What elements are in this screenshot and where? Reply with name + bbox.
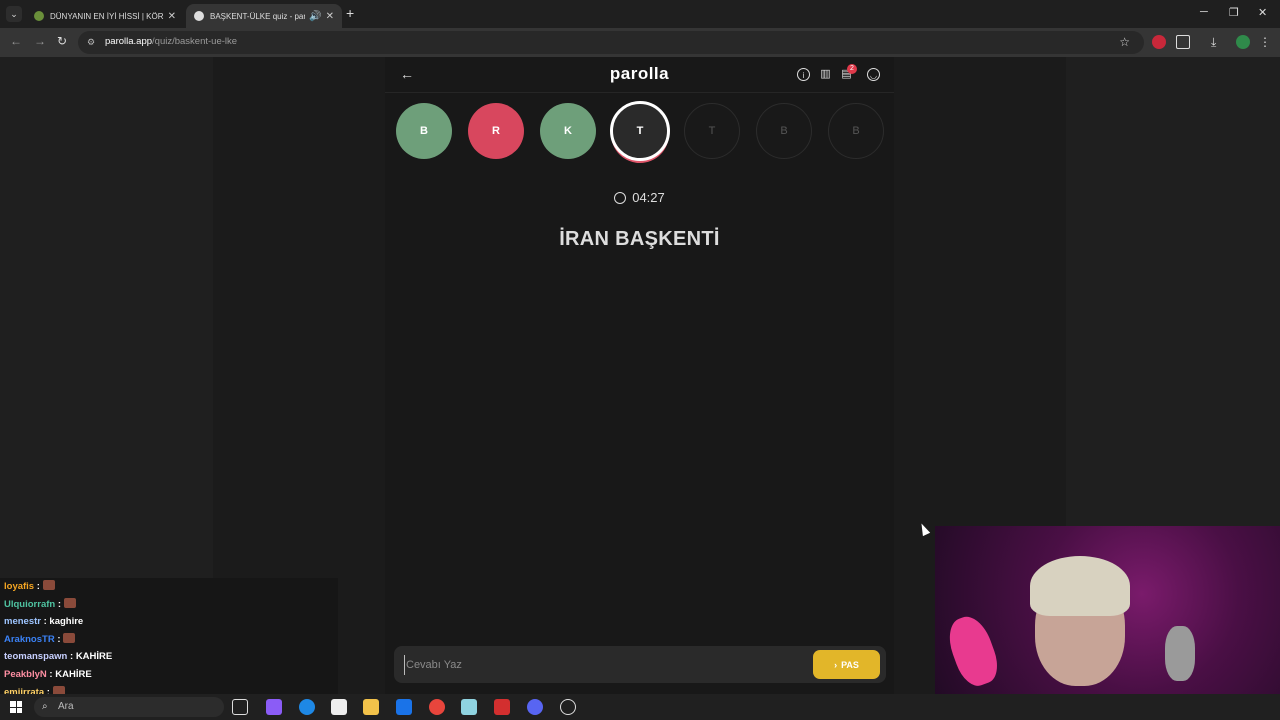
chat-text: KAHİRE <box>55 668 92 680</box>
bookmark-star-icon[interactable]: ☆ <box>1119 35 1130 49</box>
app-header: ← parolla i ▥ ▤ 2 ◡ <box>385 57 894 93</box>
clock-icon <box>614 192 627 204</box>
answer-input[interactable] <box>404 655 804 675</box>
task-view-icon[interactable] <box>232 699 248 715</box>
store-icon[interactable] <box>331 699 347 715</box>
quiz-app: ← parolla i ▥ ▤ 2 ◡ B R K T T B B 04:27 … <box>385 57 894 694</box>
browser-tab-bar: ⌄ DÜNYANIN EN İYİ HİSSİ | KÖR S ✕ BAŞKEN… <box>0 0 1280 28</box>
app-logo: parolla <box>609 64 670 83</box>
chat-message: loyafis : <box>0 578 338 596</box>
chat-username: menestr <box>4 616 41 628</box>
discord-icon[interactable] <box>527 699 543 715</box>
chrome-icon[interactable] <box>429 699 445 715</box>
streamer-hat <box>1030 556 1130 616</box>
minimize-icon[interactable]: ─ <box>1200 6 1208 18</box>
question-text: İRAN BAŞKENTİ <box>559 228 720 250</box>
browser-tab[interactable]: DÜNYANIN EN İYİ HİSSİ | KÖR S ✕ <box>26 4 184 28</box>
browser-toolbar: ← → ↻ ⚙ parolla.app/quiz/baskent-ue-lke … <box>0 28 1280 57</box>
letter-progress: B R K T T B B <box>396 101 886 161</box>
taskbar-search[interactable]: ⌕ Ara <box>34 697 224 717</box>
chat-username: Ulquiorrafn <box>4 598 56 610</box>
chat-username: loyafis <box>4 581 35 592</box>
chat-username: AraknosTR <box>4 633 55 645</box>
pass-button[interactable]: › PAS <box>813 650 880 679</box>
chat-emote-icon <box>63 632 76 643</box>
mail-icon[interactable] <box>396 699 412 715</box>
app-icon[interactable] <box>461 699 477 715</box>
tab-audio-icon[interactable]: 🔊 <box>309 11 321 22</box>
letter-circle: T <box>684 103 740 159</box>
stream-chat-overlay: loyafis : Ulquiorrafn : menestr : kaghir… <box>0 578 338 694</box>
extension-icon[interactable] <box>1152 35 1166 49</box>
chat-text: KAHİRE <box>75 651 113 663</box>
info-icon[interactable]: i <box>797 68 810 81</box>
reload-icon[interactable]: ↻ <box>57 34 67 48</box>
tab-favicon-icon <box>34 11 44 21</box>
search-icon: ⌕ <box>42 701 48 712</box>
file-explorer-icon[interactable] <box>363 699 379 715</box>
site-info-icon[interactable]: ⚙ <box>87 37 98 48</box>
letter-circle: R <box>468 103 524 159</box>
app-icon[interactable] <box>560 699 576 715</box>
countdown-timer: 04:27 <box>385 190 894 205</box>
close-window-icon[interactable]: ✕ <box>1258 6 1267 19</box>
new-tab-button[interactable]: + <box>346 6 354 20</box>
chat-username: teomanspawn <box>4 651 68 663</box>
tab-title: DÜNYANIN EN İYİ HİSSİ | KÖR S <box>50 11 164 21</box>
address-bar[interactable]: ⚙ parolla.app/quiz/baskent-ue-lke ☆ <box>78 31 1144 54</box>
webcam-overlay <box>935 526 1280 720</box>
chat-emote-icon <box>63 597 76 608</box>
url-path: /quiz/baskent-ue-lke <box>152 36 238 47</box>
download-icon[interactable]: ⤓ <box>1211 35 1225 49</box>
guitar-shape <box>942 611 1004 691</box>
edge-icon[interactable] <box>299 699 315 715</box>
chat-username: emiirrata <box>4 686 45 694</box>
forward-nav-icon[interactable]: → <box>34 34 46 48</box>
tab-favicon-icon <box>194 11 204 21</box>
chat-message: PeakblyN : KAHİRE <box>4 668 92 680</box>
tab-close-icon[interactable]: ✕ <box>168 11 176 22</box>
app-icon[interactable] <box>494 699 510 715</box>
microphone-shape <box>1165 626 1195 681</box>
chat-message: AraknosTR : <box>0 631 338 649</box>
search-label: Ara <box>58 701 74 712</box>
chat-text: kaghire <box>49 616 84 628</box>
letter-circle: B <box>756 103 812 159</box>
tab-close-icon[interactable]: ✕ <box>326 11 334 22</box>
menu-kebab-icon[interactable]: ⋮ <box>1259 35 1273 49</box>
tab-search-icon[interactable]: ⌄ <box>6 6 22 22</box>
url-host: parolla.app <box>105 36 153 47</box>
chat-emote-icon <box>42 580 55 590</box>
os-taskbar: ⌕ Ara <box>0 694 1280 720</box>
letter-circle: B <box>828 103 884 159</box>
browser-tab-active[interactable]: BAŞKENT-ÜLKE quiz - parol 🔊 ✕ <box>186 4 342 28</box>
back-nav-icon[interactable]: ← <box>10 34 22 48</box>
stats-icon[interactable]: ▥ <box>819 68 832 81</box>
chat-message: menestr : kaghire <box>4 616 84 628</box>
profile-icon[interactable] <box>1236 35 1250 49</box>
restore-icon[interactable]: ❐ <box>1229 6 1239 19</box>
chat-message: teomanspawn : KAHİRE <box>4 651 113 663</box>
letter-circle: K <box>540 103 596 159</box>
chevron-right-icon: › <box>834 659 838 670</box>
pass-label: PAS <box>841 659 859 670</box>
account-icon[interactable]: ◡ <box>867 68 880 81</box>
url-text: parolla.app/quiz/baskent-ue-lke <box>105 36 237 47</box>
notification-badge: 2 <box>847 64 857 74</box>
extensions-puzzle-icon[interactable] <box>1176 35 1190 49</box>
letter-circle-current: T <box>610 101 670 161</box>
windows-start-icon[interactable] <box>10 701 22 713</box>
chat-username: PeakblyN <box>4 668 47 680</box>
chat-message: Ulquiorrafn : <box>0 596 338 614</box>
letter-circle: B <box>396 103 452 159</box>
copilot-icon[interactable] <box>266 699 282 715</box>
timer-value: 04:27 <box>632 190 665 205</box>
chat-emote-icon <box>52 685 65 694</box>
answer-bar: ›PAS <box>394 646 886 683</box>
chat-message: emiirrata : <box>0 684 338 694</box>
tab-title: BAŞKENT-ÜLKE quiz - parol <box>210 11 306 21</box>
